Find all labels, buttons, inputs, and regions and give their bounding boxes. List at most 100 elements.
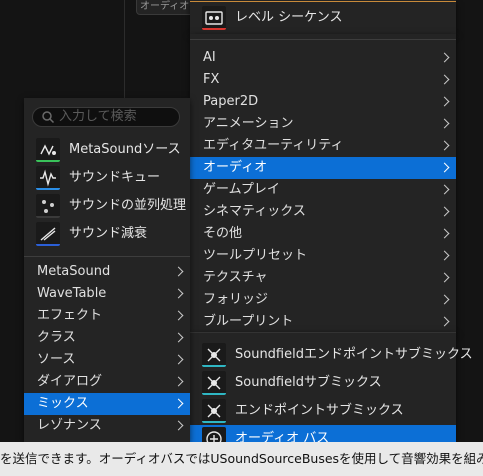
asset-item[interactable]: サウンド減衰 <box>24 220 190 248</box>
asset-item[interactable]: サウンドの並列処理 <box>24 192 190 220</box>
category-item[interactable]: Paper2D <box>190 91 456 113</box>
chevron-right-icon <box>439 206 450 217</box>
menu-item-label: Soundfieldエンドポイントサブミックス <box>235 347 473 362</box>
status-bar: を送信できます。オーディオバスではUSoundSourceBusesを使用して音… <box>0 442 483 476</box>
category-item[interactable]: シネマティックス <box>190 201 456 223</box>
menu-item-label: MetaSound <box>37 264 111 279</box>
chevron-right-icon <box>439 184 450 195</box>
submix-item[interactable]: Soundfieldエンドポイントサブミックス <box>190 341 473 369</box>
chevron-right-icon <box>173 288 184 299</box>
icon-color-bar <box>36 160 60 162</box>
menu-item-label: ブループリント <box>203 314 294 329</box>
chevron-right-icon <box>439 294 450 305</box>
subcategory-item[interactable]: MetaSound <box>24 261 190 283</box>
menu-item-label: フォリッジ <box>203 292 269 307</box>
icon-color-bar <box>36 188 60 190</box>
menu-item-label: クラス <box>37 330 76 345</box>
chevron-right-icon <box>439 162 450 173</box>
chevron-right-icon <box>173 398 184 409</box>
endpoint-submix-icon <box>202 399 226 423</box>
category-item[interactable]: AI <box>190 47 456 69</box>
menu-item-label: サウンドの並列処理 <box>69 198 187 213</box>
subcategory-item[interactable]: レゾナンス <box>24 415 190 437</box>
category-item[interactable]: FX <box>190 69 456 91</box>
search-placeholder: 入力して検索 <box>59 109 137 124</box>
level-sequence-icon <box>202 6 226 30</box>
menu-item-label: Soundfieldサブミックス <box>235 375 382 390</box>
category-item[interactable]: ゲームプレイ <box>190 179 456 201</box>
soundfield-endpoint-submix-icon <box>202 343 226 367</box>
chevron-right-icon <box>439 140 450 151</box>
chevron-right-icon <box>439 228 450 239</box>
subcategory-item[interactable]: クラス <box>24 327 190 349</box>
category-item[interactable]: フォリッジ <box>190 289 456 311</box>
search-input[interactable]: 入力して検索 <box>32 107 180 127</box>
audio-submenu: Soundfieldエンドポイントサブミックス Soundfieldサブミックスエ… <box>190 332 473 453</box>
chevron-right-icon <box>439 272 450 283</box>
menu-item-label: テクスチャ <box>203 270 268 285</box>
category-menu: AI FX Paper2D アニメーションエディタユーティリティオーディオゲームプレイ… <box>190 34 456 334</box>
menu-item-label: レゾナンス <box>37 418 102 433</box>
chevron-right-icon <box>439 74 450 85</box>
asset-item[interactable]: サウンドキュー <box>24 164 190 192</box>
category-item[interactable]: その他 <box>190 223 456 245</box>
submix-item[interactable]: Soundfieldサブミックス <box>190 369 456 397</box>
menu-item-label: Paper2D <box>203 94 259 109</box>
category-item[interactable]: アニメーション <box>190 113 456 135</box>
menu-item-label: シネマティックス <box>203 204 306 219</box>
menu-separator <box>190 332 456 333</box>
subcategory-item[interactable]: エフェクト <box>24 305 190 327</box>
chevron-right-icon <box>173 420 184 431</box>
menu-item-label: ソース <box>37 352 76 367</box>
subcategory-item[interactable]: ソース <box>24 349 190 371</box>
audio-category-menu: 入力して検索 MetaSoundソース サウンドキュー サウンドの並列処理 サウンド減… <box>24 98 190 442</box>
subcategory-item[interactable]: ミックス <box>24 393 190 415</box>
sound-attenuation-icon <box>36 222 60 246</box>
icon-color-bar <box>202 393 226 395</box>
chevron-right-icon <box>439 316 450 327</box>
subcategory-item[interactable]: ダイアログ <box>24 371 190 393</box>
category-item[interactable]: テクスチャ <box>190 267 456 289</box>
chevron-right-icon <box>173 266 184 277</box>
top-menu-accent <box>190 1 456 2</box>
category-item[interactable]: エディタユーティリティ <box>190 135 456 157</box>
status-text: を送信できます。オーディオバスではUSoundSourceBusesを使用して音… <box>0 451 483 466</box>
sound-concurrency-icon <box>36 194 60 218</box>
top-menu-item-level-sequence[interactable]: レベル シーケンス <box>190 4 456 32</box>
icon-color-bar <box>36 244 60 246</box>
metasound-source-icon <box>36 138 60 162</box>
graph-wire <box>124 0 125 100</box>
top-menu-item-label: レベル シーケンス <box>235 10 343 25</box>
menu-item-label: アニメーション <box>203 116 294 131</box>
category-item[interactable]: オーディオ <box>190 157 456 179</box>
menu-item-label: サウンドキュー <box>69 170 161 185</box>
menu-item-label: ミックス <box>37 396 89 411</box>
top-menu: レベル シーケンス <box>190 0 456 34</box>
menu-item-label: サウンド減衰 <box>69 226 148 241</box>
menu-item-label: MetaSoundソース <box>69 142 181 157</box>
menu-separator <box>24 256 190 257</box>
icon-color-bar <box>202 28 226 30</box>
menu-item-label: エンドポイントサブミックス <box>235 403 404 418</box>
chevron-right-icon <box>439 96 450 107</box>
menu-item-label: FX <box>203 72 220 87</box>
category-item[interactable]: ツールプリセット <box>190 245 456 267</box>
submix-item[interactable]: エンドポイントサブミックス <box>190 397 456 425</box>
chevron-right-icon <box>439 118 450 129</box>
chevron-right-icon <box>173 332 184 343</box>
menu-item-label: ゲームプレイ <box>203 182 280 197</box>
chevron-right-icon <box>173 310 184 321</box>
subcategory-item[interactable]: WaveTable <box>24 283 190 305</box>
menu-item-label: WaveTable <box>37 286 107 301</box>
chevron-right-icon <box>439 250 450 261</box>
icon-color-bar <box>202 365 226 367</box>
sound-cue-icon <box>36 166 60 190</box>
asset-item[interactable]: MetaSoundソース <box>24 136 190 164</box>
menu-item-label: オーディオ <box>203 160 268 175</box>
icon-color-bar <box>36 216 60 218</box>
menu-separator <box>190 39 456 40</box>
chevron-right-icon <box>439 52 450 63</box>
menu-item-label: その他 <box>203 226 243 241</box>
menu-item-label: ツールプリセット <box>203 248 308 263</box>
category-item[interactable]: ブループリント <box>190 311 456 333</box>
